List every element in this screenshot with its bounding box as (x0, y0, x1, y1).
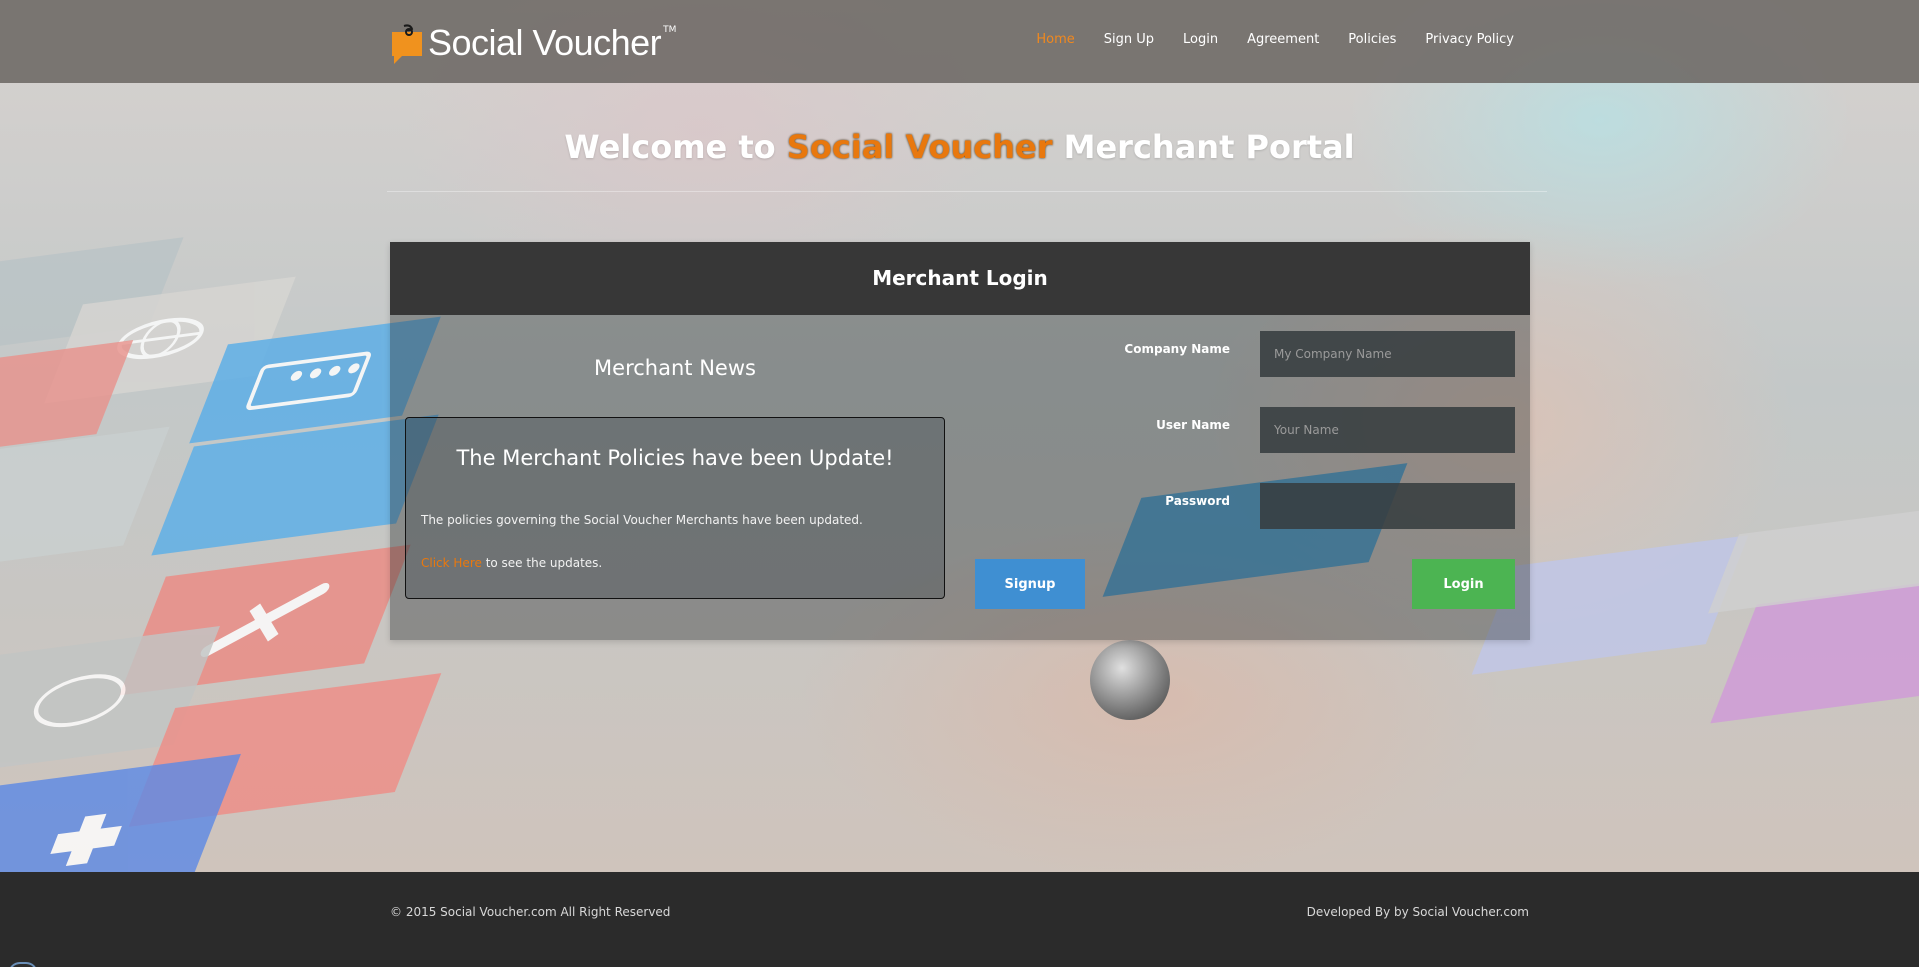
company-name-label: Company Name (1124, 342, 1230, 356)
nav-item-home[interactable]: Home (1036, 32, 1074, 47)
news-headline: The Merchant Policies have been Update! (456, 446, 894, 470)
nav-item-sign-up[interactable]: Sign Up (1104, 32, 1154, 47)
welcome-suffix: Merchant Portal (1052, 128, 1355, 166)
main-nav: Home Sign Up Login Agreement Policies Pr… (1007, 32, 1514, 47)
page-title: Welcome to Social Voucher Merchant Porta… (0, 128, 1919, 166)
nav-item-agreement[interactable]: Agreement (1247, 32, 1319, 47)
title-divider (387, 191, 1547, 192)
merchant-login-panel: Merchant Login Merchant News The Merchan… (390, 242, 1530, 640)
device-button (1090, 640, 1170, 720)
user-name-input[interactable] (1260, 407, 1515, 453)
brand-logo[interactable]: Social Voucher TM (390, 20, 676, 66)
news-link-line: Click Here to see the updates. (421, 556, 602, 570)
tile-gray-1 (0, 426, 170, 574)
user-name-label: User Name (1156, 418, 1230, 432)
news-link-suffix: to see the updates. (481, 556, 603, 570)
footer-copyright: © 2015 Social Voucher.com All Right Rese… (390, 905, 671, 919)
news-box (405, 417, 945, 599)
company-name-input[interactable] (1260, 331, 1515, 377)
nav-item-policies[interactable]: Policies (1348, 32, 1396, 47)
password-label: Password (1165, 494, 1230, 508)
signup-button[interactable]: Signup (975, 559, 1085, 609)
tile-plus (0, 753, 241, 872)
panel-title: Merchant Login (872, 266, 1048, 290)
top-navbar: Social Voucher TM Home Sign Up Login Agr… (0, 0, 1919, 83)
trademark-mark: TM (663, 25, 677, 35)
click-here-link[interactable]: Click Here (421, 556, 482, 570)
welcome-brand: Social Voucher (786, 128, 1053, 166)
nav-item-login[interactable]: Login (1183, 32, 1218, 47)
login-button[interactable]: Login (1412, 559, 1515, 609)
panel-header: Merchant Login (390, 242, 1530, 315)
footer: © 2015 Social Voucher.com All Right Rese… (0, 872, 1919, 967)
news-body: The policies governing the Social Vouche… (421, 513, 863, 527)
footer-developer-credit: Developed By by Social Voucher.com (1306, 905, 1529, 919)
nav-item-privacy-policy[interactable]: Privacy Policy (1425, 32, 1514, 47)
speech-bubble-logo-icon (390, 24, 424, 64)
news-title: Merchant News (594, 356, 756, 380)
welcome-prefix: Welcome to (564, 128, 787, 166)
brand-name: Social Voucher (428, 22, 662, 63)
password-input[interactable] (1260, 483, 1515, 529)
